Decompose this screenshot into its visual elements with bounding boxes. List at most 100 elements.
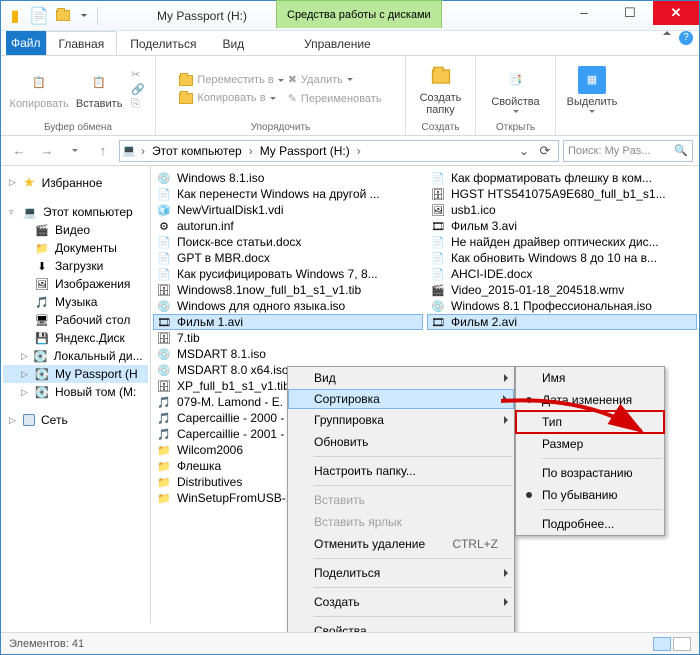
file-item[interactable]: 💿Windows для одного языка.iso bbox=[153, 298, 423, 314]
new-folder-button[interactable]: Создать папку bbox=[413, 62, 469, 116]
nav-recent-icon[interactable] bbox=[63, 139, 87, 163]
tab-view[interactable]: Вид bbox=[209, 31, 257, 55]
refresh-icon[interactable]: ⟳ bbox=[534, 143, 556, 159]
file-item[interactable]: 🖼usb1.ico bbox=[427, 202, 697, 218]
sort-desc[interactable]: По убыванию bbox=[516, 484, 664, 506]
nav-item[interactable]: 💾Яндекс.Диск bbox=[3, 329, 148, 347]
navigation-pane[interactable]: ▷★Избранное ▿💻Этот компьютер 🎬Видео📁Доку… bbox=[1, 166, 151, 623]
file-item[interactable]: 🗄7.tib bbox=[153, 330, 423, 346]
search-input[interactable]: Поиск: My Pas... 🔍 bbox=[563, 140, 693, 162]
properties-button[interactable]: 📑Свойства bbox=[488, 66, 544, 113]
file-item[interactable]: 📄AHCI-IDE.docx bbox=[427, 266, 697, 282]
copy-to-button[interactable]: Копировать в bbox=[179, 92, 283, 104]
file-item[interactable]: 📄Как обновить Windows 8 до 10 на в... bbox=[427, 250, 697, 266]
explorer-icon[interactable]: ▮ bbox=[3, 5, 27, 27]
move-to-button[interactable]: Переместить в bbox=[179, 74, 283, 86]
maximize-button[interactable]: ☐ bbox=[607, 1, 653, 25]
view-toggle[interactable] bbox=[653, 637, 691, 651]
nav-item[interactable]: 🖥Рабочий стол bbox=[3, 311, 148, 329]
titlebar: ▮ 📄 My Passport (H:) Средства работы с д… bbox=[1, 1, 699, 31]
ctx-share[interactable]: Поделиться bbox=[288, 562, 514, 584]
nav-favorites[interactable]: ▷★Избранное bbox=[3, 172, 148, 193]
cut-small-button[interactable]: ✂ bbox=[131, 68, 145, 81]
file-list-pane[interactable]: 💿Windows 8.1.iso📄Как перенести Windows н… bbox=[151, 166, 699, 623]
nav-item[interactable]: ▷💽Локальный ди... bbox=[3, 347, 148, 365]
ribbon-group-new: Создать папку Создать bbox=[406, 56, 476, 135]
qat-dropdown-icon[interactable] bbox=[81, 14, 87, 17]
minimize-button[interactable]: – bbox=[561, 1, 607, 25]
ctx-view[interactable]: Вид bbox=[288, 367, 514, 389]
file-item[interactable]: 💿Windows 8.1.iso bbox=[153, 170, 423, 186]
file-item[interactable]: 🎞Фильм 1.avi bbox=[153, 314, 423, 330]
ctx-paste: Вставить bbox=[288, 489, 514, 511]
tab-manage[interactable]: Управление bbox=[291, 31, 384, 58]
file-item[interactable]: 📄Поиск-все статьи.docx bbox=[153, 234, 423, 250]
file-item[interactable]: 📄Как русифицировать Windows 7, 8... bbox=[153, 266, 423, 282]
nav-back-icon[interactable]: ← bbox=[7, 139, 31, 163]
breadcrumb-pc[interactable]: Этот компьютер bbox=[150, 144, 244, 158]
tab-main[interactable]: Главная bbox=[46, 31, 118, 55]
ctx-customize[interactable]: Настроить папку... bbox=[288, 460, 514, 482]
address-dropdown-icon[interactable]: ⌄ bbox=[516, 144, 532, 158]
ctx-refresh[interactable]: Обновить bbox=[288, 431, 514, 453]
nav-item[interactable]: ⬇Загрузки bbox=[3, 257, 148, 275]
nav-item[interactable]: 📁Документы bbox=[3, 239, 148, 257]
window-controls: – ☐ ✕ bbox=[561, 1, 699, 25]
sort-type[interactable]: Тип bbox=[516, 411, 664, 433]
file-item[interactable]: 🧊NewVirtualDisk1.vdi bbox=[153, 202, 423, 218]
ctx-sort[interactable]: Сортировка bbox=[288, 389, 514, 409]
help-icon[interactable]: ? bbox=[679, 31, 693, 45]
nav-item[interactable]: ▷💽Новый том (M: bbox=[3, 383, 148, 401]
nav-item[interactable]: 🎬Видео bbox=[3, 221, 148, 239]
nav-network[interactable]: ▷Сеть bbox=[3, 411, 148, 429]
sort-size[interactable]: Размер bbox=[516, 433, 664, 455]
view-icons-icon[interactable] bbox=[673, 637, 691, 651]
select-button[interactable]: ▦Выделить bbox=[564, 66, 620, 113]
breadcrumb-drive[interactable]: My Passport (H:) bbox=[258, 144, 352, 158]
sort-date[interactable]: Дата изменения bbox=[516, 389, 664, 411]
nav-this-pc[interactable]: ▿💻Этот компьютер bbox=[3, 203, 148, 221]
copypath-small-button[interactable]: 🔗 bbox=[131, 83, 145, 96]
paste-button[interactable]: 📋Вставить bbox=[71, 68, 127, 110]
tab-share[interactable]: Поделиться bbox=[117, 31, 209, 55]
nav-item[interactable]: 🖼Изображения bbox=[3, 275, 148, 293]
delete-button[interactable]: ✖ Удалить bbox=[288, 73, 382, 86]
close-button[interactable]: ✕ bbox=[653, 1, 699, 25]
tools-contextual-tab[interactable]: Средства работы с дисками bbox=[276, 0, 442, 28]
file-item[interactable]: 🎞Фильм 2.avi bbox=[427, 314, 697, 330]
properties-qat-icon[interactable]: 📄 bbox=[27, 5, 51, 27]
file-item[interactable]: 📄Не найден драйвер оптических дис... bbox=[427, 234, 697, 250]
tab-file[interactable]: Файл bbox=[6, 31, 46, 55]
file-item[interactable]: 💿MSDART 8.1.iso bbox=[153, 346, 423, 362]
window-title: My Passport (H:) bbox=[157, 9, 247, 23]
ctx-undo[interactable]: Отменить удалениеCTRL+Z bbox=[288, 533, 514, 555]
rename-button[interactable]: ✎ Переименовать bbox=[288, 92, 382, 105]
file-item[interactable]: 📄Как форматировать флешку в ком... bbox=[427, 170, 697, 186]
newfolder-qat-icon[interactable] bbox=[51, 5, 75, 27]
sort-more[interactable]: Подробнее... bbox=[516, 513, 664, 535]
sort-name[interactable]: Имя bbox=[516, 367, 664, 389]
file-item[interactable]: 🎞Фильм 3.avi bbox=[427, 218, 697, 234]
sort-asc[interactable]: По возрастанию bbox=[516, 462, 664, 484]
address-bar[interactable]: 💻 Этот компьютер My Passport (H:) ⌄ ⟳ bbox=[119, 140, 559, 162]
nav-up-icon[interactable]: ↑ bbox=[91, 139, 115, 163]
nav-item[interactable]: ▷💽My Passport (H bbox=[3, 365, 148, 383]
file-item[interactable]: 💿Windows 8.1 Профессиональная.iso bbox=[427, 298, 697, 314]
copy-button[interactable]: 📋Копировать bbox=[11, 68, 67, 110]
file-item[interactable]: 🗄HGST HTS541075A9E680_full_b1_s1... bbox=[427, 186, 697, 202]
sort-submenu: Имя Дата изменения Тип Размер По возраст… bbox=[515, 366, 665, 536]
collapse-ribbon-icon[interactable] bbox=[663, 31, 671, 35]
pasteshortcut-small-button[interactable]: ⎘ bbox=[131, 98, 145, 111]
file-item[interactable]: 📄Как перенести Windows на другой ... bbox=[153, 186, 423, 202]
file-item[interactable]: 🗄Windows8.1now_full_b1_s1_v1.tib bbox=[153, 282, 423, 298]
nav-forward-icon[interactable]: → bbox=[35, 139, 59, 163]
ctx-new[interactable]: Создать bbox=[288, 591, 514, 613]
ctx-group[interactable]: Группировка bbox=[288, 409, 514, 431]
file-item[interactable]: ⚙autorun.inf bbox=[153, 218, 423, 234]
nav-item[interactable]: 🎵Музыка bbox=[3, 293, 148, 311]
file-item[interactable]: 🎬Video_2015-01-18_204518.wmv bbox=[427, 282, 697, 298]
status-bar: Элементов: 41 bbox=[1, 632, 699, 654]
context-menu: Вид Сортировка Группировка Обновить Наст… bbox=[287, 366, 515, 643]
view-details-icon[interactable] bbox=[653, 637, 671, 651]
file-item[interactable]: 📄GPT в MBR.docx bbox=[153, 250, 423, 266]
